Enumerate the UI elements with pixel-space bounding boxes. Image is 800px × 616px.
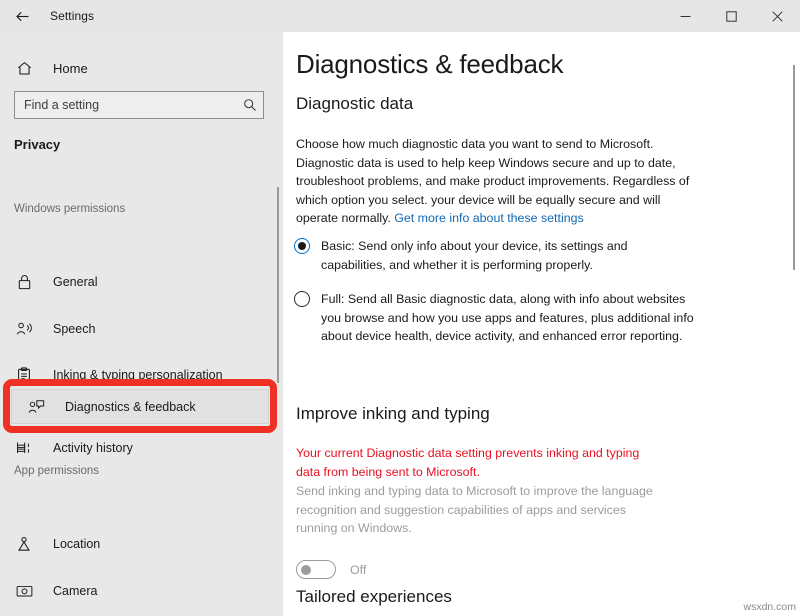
lock-icon xyxy=(14,272,34,292)
diagnostic-data-description: Choose how much diagnostic data you want… xyxy=(296,135,692,228)
maximize-button[interactable] xyxy=(708,0,754,32)
sidebar-item-location[interactable]: Location xyxy=(0,527,265,561)
activity-history-icon xyxy=(14,438,34,458)
inking-description: Send inking and typing data to Microsoft… xyxy=(296,484,653,536)
radio-option-basic[interactable]: Basic: Send only info about your device,… xyxy=(294,237,694,274)
radio-option-full-label: Full: Send all Basic diagnostic data, al… xyxy=(321,292,694,344)
inking-warning-text: Your current Diagnostic data setting pre… xyxy=(296,446,640,479)
radio-option-full[interactable]: Full: Send all Basic diagnostic data, al… xyxy=(294,290,694,346)
window-controls xyxy=(662,0,800,32)
sidebar-item-camera-label: Camera xyxy=(53,584,98,598)
sidebar-scrollbar-thumb[interactable] xyxy=(277,187,279,383)
sidebar-item-speech-label: Speech xyxy=(53,322,96,336)
close-button[interactable] xyxy=(754,0,800,32)
improve-inking-heading: Improve inking and typing xyxy=(296,404,490,423)
inking-toggle-knob xyxy=(301,564,311,575)
camera-icon xyxy=(14,581,34,601)
get-more-info-link[interactable]: Get more info about these settings xyxy=(394,211,583,225)
sidebar: Home Privacy Windows permissions General xyxy=(0,32,283,616)
clipboard-pen-icon xyxy=(14,365,34,385)
back-arrow-icon[interactable] xyxy=(0,0,44,32)
diagnostic-data-heading: Diagnostic data xyxy=(296,94,414,113)
inking-toggle-row[interactable]: Off xyxy=(296,560,366,579)
radio-full-indicator[interactable] xyxy=(294,291,310,307)
inking-toggle-state-label: Off xyxy=(350,562,367,577)
main-content: Diagnostics & feedback Diagnostic data C… xyxy=(283,32,800,616)
location-pin-icon xyxy=(14,534,34,554)
speech-person-icon xyxy=(14,319,34,339)
sidebar-item-general[interactable]: General xyxy=(0,265,265,299)
radio-basic-indicator[interactable] xyxy=(294,238,310,254)
feedback-person-icon xyxy=(26,397,46,417)
search-input[interactable] xyxy=(15,92,237,118)
sidebar-item-home[interactable]: Home xyxy=(0,51,265,85)
titlebar: Settings xyxy=(0,0,800,32)
sidebar-item-activity-history[interactable]: Activity history xyxy=(0,431,265,465)
page-title: Diagnostics & feedback xyxy=(296,49,564,79)
tailored-experiences-heading: Tailored experiences xyxy=(296,587,452,606)
inking-toggle[interactable] xyxy=(296,560,336,579)
minimize-button[interactable] xyxy=(662,0,708,32)
sidebar-scrollbar[interactable] xyxy=(277,32,281,616)
sidebar-category-title: Privacy xyxy=(14,137,61,152)
sidebar-item-speech[interactable]: Speech xyxy=(0,312,265,346)
sidebar-item-inking-typing-personalization[interactable]: Inking & typing personalization xyxy=(0,358,265,392)
search-box[interactable] xyxy=(14,91,264,119)
sidebar-item-inking-typing-personalization-label: Inking & typing personalization xyxy=(53,368,223,382)
sidebar-group-label-windows-permissions: Windows permissions xyxy=(14,203,126,215)
sidebar-item-camera[interactable]: Camera xyxy=(0,574,265,608)
home-icon xyxy=(14,58,34,78)
sidebar-item-general-label: General xyxy=(53,275,98,289)
content-scrollbar-thumb[interactable] xyxy=(793,65,795,270)
search-icon[interactable] xyxy=(237,92,263,118)
sidebar-item-location-label: Location xyxy=(53,537,101,551)
radio-option-basic-label: Basic: Send only info about your device,… xyxy=(321,239,628,272)
app-title: Settings xyxy=(50,9,95,23)
sidebar-item-home-label: Home xyxy=(53,60,88,76)
watermark: wsxdn.com xyxy=(743,601,796,613)
sidebar-group-label-app-permissions: App permissions xyxy=(14,465,100,477)
sidebar-item-diagnostics-feedback[interactable]: Diagnostics & feedback xyxy=(11,389,269,424)
titlebar-left: Settings xyxy=(0,0,94,32)
sidebar-item-activity-history-label: Activity history xyxy=(53,441,133,455)
sidebar-item-diagnostics-feedback-label: Diagnostics & feedback xyxy=(65,399,196,414)
settings-window: Settings Home Find a setting Privacy Win… xyxy=(0,0,800,616)
